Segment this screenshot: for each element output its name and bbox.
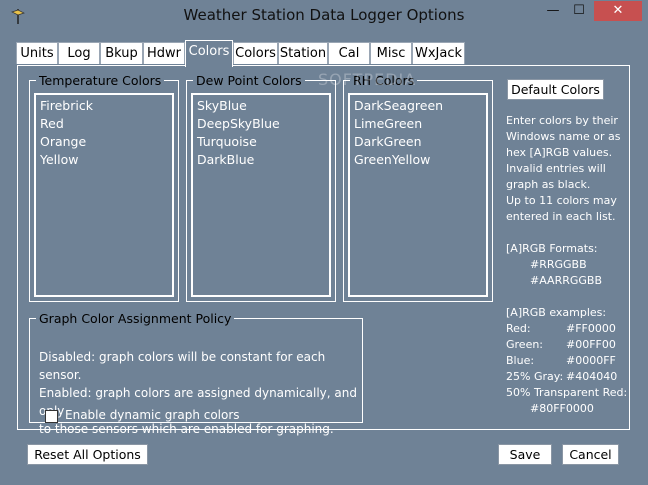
help-line: entered in each list.	[506, 210, 616, 223]
list-item: LimeGreen	[354, 116, 423, 131]
example-value: #0000FF	[566, 354, 616, 367]
example-row: Red: #FF0000	[506, 321, 626, 337]
list-item: SkyBlue	[197, 98, 247, 113]
default-colors-button[interactable]: Default Colors	[507, 79, 604, 100]
dynamic-colors-checkbox[interactable]	[45, 410, 58, 423]
help-line: graph as black.	[506, 178, 591, 191]
maximize-button[interactable]: ☐	[566, 1, 592, 21]
transparent-example-value: #80FF0000	[530, 402, 594, 415]
help-line: Enter colors by their	[506, 114, 618, 127]
help-line: Windows name or as	[506, 130, 621, 143]
tab-misc[interactable]: Misc	[370, 42, 412, 64]
help-line: Invalid entries will	[506, 162, 606, 175]
color-help-text: Enter colors by their Windows name or as…	[506, 113, 628, 417]
watermark-text: SOFTPEDIA	[318, 70, 417, 89]
list-item: Turquoise	[197, 134, 257, 149]
tab-units[interactable]: Units	[16, 42, 58, 64]
example-name: 25% Gray:	[506, 370, 564, 383]
format-item: #RRGGBB	[530, 258, 587, 271]
cancel-button[interactable]: Cancel	[562, 444, 619, 465]
example-value: #404040	[566, 370, 618, 383]
list-item: GreenYellow	[354, 152, 431, 167]
tab-colors-active[interactable]: Colors	[185, 40, 233, 67]
transparent-example-label: 50% Transparent Red:	[506, 386, 628, 399]
close-button[interactable]: ✕	[594, 1, 642, 21]
tab-station[interactable]: Station	[278, 42, 328, 64]
example-name: Blue:	[506, 354, 535, 367]
reset-all-options-button[interactable]: Reset All Options	[27, 444, 148, 465]
example-row: 25% Gray: #404040	[506, 369, 626, 385]
policy-title: Graph Color Assignment Policy	[39, 311, 232, 326]
list-item: DarkGreen	[354, 134, 422, 149]
policy-description: Disabled: graph colors will be constant …	[39, 348, 369, 438]
list-item: Firebrick	[40, 98, 93, 113]
temperature-colors-list[interactable]: Firebrick Red Orange Yellow	[34, 93, 174, 297]
help-line: Up to 11 colors may	[506, 194, 617, 207]
example-row: Blue: #0000FF	[506, 353, 626, 369]
tab-cal[interactable]: Cal	[328, 42, 370, 64]
tab-hdwr[interactable]: Hdwr	[143, 42, 185, 64]
tab-wxjack[interactable]: WxJack	[412, 42, 465, 64]
example-row: Green: #00FF00	[506, 337, 626, 353]
example-name: Green:	[506, 338, 544, 351]
example-name: Red:	[506, 322, 531, 335]
dew-point-colors-title: Dew Point Colors	[196, 73, 302, 88]
list-item: Red	[40, 116, 64, 131]
list-item: Orange	[40, 134, 87, 149]
minimize-button[interactable]: —	[540, 1, 566, 21]
tab-log[interactable]: Log	[58, 42, 100, 64]
tab-bkup[interactable]: Bkup	[100, 42, 143, 64]
list-item: Yellow	[40, 152, 79, 167]
dynamic-colors-label[interactable]: Enable dynamic graph colors	[65, 408, 240, 422]
rh-colors-list[interactable]: DarkSeagreen LimeGreen DarkGreen GreenYe…	[348, 93, 488, 297]
save-button[interactable]: Save	[498, 444, 552, 465]
format-item: #AARRGGBB	[530, 274, 602, 287]
dew-point-colors-list[interactable]: SkyBlue DeepSkyBlue Turquoise DarkBlue	[191, 93, 331, 297]
policy-line: Disabled: graph colors will be constant …	[39, 350, 326, 382]
example-value: #00FF00	[566, 338, 616, 351]
list-item: DarkBlue	[197, 152, 255, 167]
graph-color-policy-group: Graph Color Assignment Policy Disabled: …	[29, 311, 363, 436]
title-bar: Weather Station Data Logger Options — ☐ …	[0, 0, 648, 32]
list-item: DeepSkyBlue	[197, 116, 280, 131]
formats-title: [A]RGB Formats:	[506, 242, 598, 255]
list-item: DarkSeagreen	[354, 98, 444, 113]
example-value: #FF0000	[566, 322, 616, 335]
tab-colors[interactable]: Colors	[233, 42, 278, 64]
temperature-colors-title: Temperature Colors	[39, 73, 162, 88]
examples-title: [A]RGB examples:	[506, 306, 607, 319]
help-line: hex [A]RGB values.	[506, 146, 613, 159]
policy-line: to those sensors which are enabled for g…	[39, 422, 334, 436]
